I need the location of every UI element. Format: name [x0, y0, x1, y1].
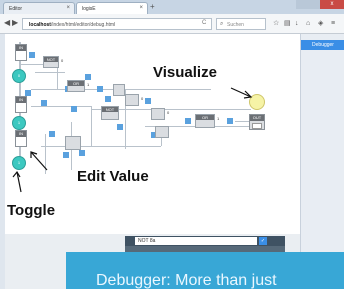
new-tab-button[interactable]: +: [150, 3, 155, 11]
address-bar: ◀ ▶ localhost/index/html/editor/debug.ht…: [0, 14, 344, 34]
url-domain: localhost: [29, 22, 51, 28]
minimize-button[interactable]: [296, 0, 308, 9]
banner-text: Debugger: More than just: [96, 272, 277, 289]
home-icon[interactable]: ⌂: [306, 20, 310, 27]
visualize-callout: Visualize: [153, 64, 217, 81]
tab-label: logisE: [82, 6, 96, 12]
edit-value-arrow: [30, 151, 48, 171]
url-field[interactable]: localhost/index/html/editor/debug.html: [22, 18, 212, 30]
value-editor: NOT 8a ✓: [125, 236, 285, 246]
search-icon: ⌕: [220, 21, 224, 27]
value-input[interactable]: NOT 8a: [135, 237, 257, 245]
back-icon[interactable]: ◀: [4, 19, 10, 27]
tab-debugger[interactable]: Debugger: [301, 40, 344, 50]
caption-banner: Debugger: More than just: [66, 252, 344, 289]
confirm-button[interactable]: ✓: [259, 237, 267, 245]
close-icon[interactable]: ×: [139, 5, 143, 11]
edit-value-callout: Edit Value: [77, 168, 149, 185]
shield-icon[interactable]: ◈: [318, 20, 323, 27]
search-placeholder: Suchen: [227, 22, 244, 28]
tab-logise[interactable]: logisE ×: [76, 2, 148, 14]
maximize-button[interactable]: [308, 0, 320, 9]
visualize-arrow: [230, 87, 252, 98]
toggle-arrowhead: [12, 170, 21, 178]
circuit-canvas[interactable]: IN IN IN 0 1 1 NOT OR NOT OR OUT 0 1 0 0…: [5, 34, 300, 234]
search-input[interactable]: ⌕ Suchen: [216, 18, 266, 30]
tab-bar: Editor × logisE × + x: [0, 0, 344, 14]
toggle-callout: Toggle: [7, 202, 56, 219]
tab-editor[interactable]: Editor ×: [3, 2, 75, 14]
bookmarks-icon[interactable]: ▤: [284, 20, 291, 27]
reload-icon[interactable]: C: [202, 20, 206, 26]
star-icon[interactable]: ☆: [273, 20, 279, 27]
right-panel: Debugger: [300, 34, 344, 289]
menu-icon[interactable]: ≡: [331, 20, 335, 27]
download-icon[interactable]: ↓: [295, 20, 299, 27]
window-close-button[interactable]: x: [320, 0, 344, 9]
url-path: /index/html/editor/debug.html: [50, 22, 116, 28]
close-icon[interactable]: ×: [66, 5, 70, 11]
tab-label: Editor: [9, 6, 23, 12]
forward-icon[interactable]: ▶: [12, 19, 18, 27]
